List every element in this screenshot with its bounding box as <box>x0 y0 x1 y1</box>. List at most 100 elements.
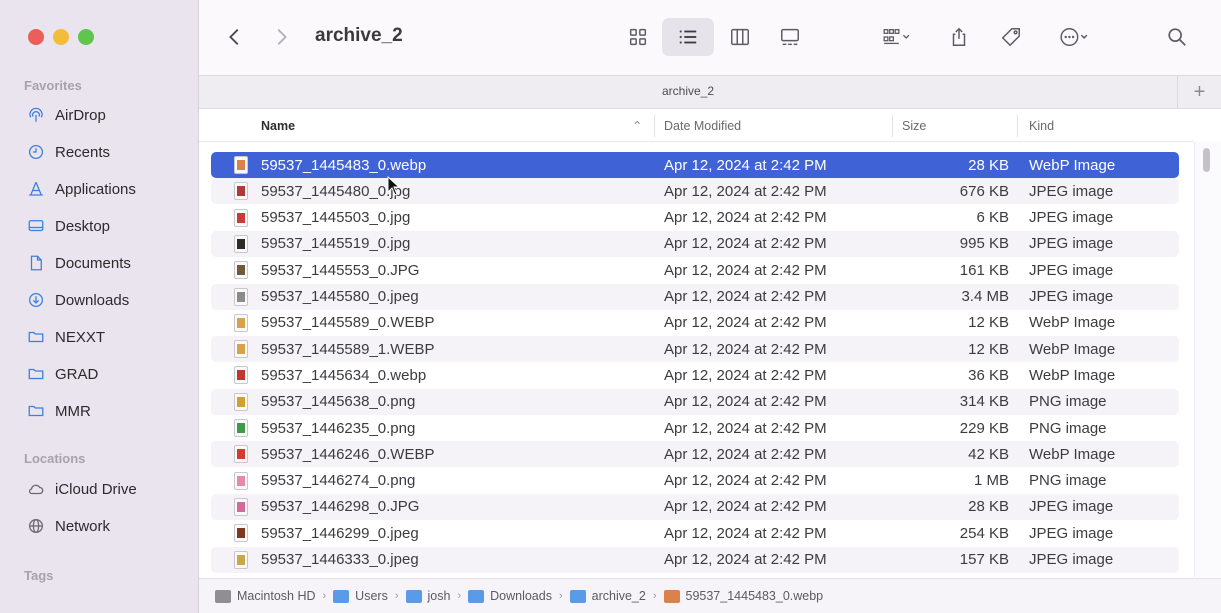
file-row[interactable]: 59537_1445503_0.jpg Apr 12, 2024 at 2:42 … <box>211 205 1179 231</box>
image-file-icon <box>234 156 248 174</box>
image-file-icon <box>663 589 680 603</box>
file-name: 59537_1445580_0.jpeg <box>261 288 419 305</box>
mouse-cursor-icon <box>387 176 401 196</box>
file-size: 157 KB <box>959 551 1009 568</box>
date-column-header[interactable]: Date Modified <box>664 119 741 133</box>
path-crumb-label: 59537_1445483_0.webp <box>685 589 824 603</box>
file-size: 1 MB <box>973 472 1009 490</box>
file-list: 59537_1445483_0.webp Apr 12, 2024 at 2:42… <box>199 142 1194 577</box>
path-crumb[interactable]: Downloads › <box>468 589 570 603</box>
sidebar-item-nexxt[interactable]: NEXXT <box>25 324 195 350</box>
file-row[interactable]: 59537_1446299_0.jpeg Apr 12, 2024 at 2:42… <box>211 520 1179 546</box>
image-file-icon <box>234 366 248 385</box>
file-row[interactable]: 59537_1445589_0.WEBP Apr 12, 2024 at 2:42… <box>211 310 1179 336</box>
toolbar: archive_2 <box>199 0 1221 75</box>
group-by-button[interactable] <box>871 20 923 54</box>
image-file-icon <box>234 392 248 411</box>
name-column-header[interactable]: Name <box>261 119 295 133</box>
image-file-icon <box>234 208 248 227</box>
path-crumb[interactable]: Macintosh HD › <box>215 589 333 603</box>
file-kind: PNG image <box>1029 419 1107 437</box>
minimize-window-button[interactable] <box>53 29 69 45</box>
new-tab-button[interactable]: + <box>1177 76 1221 108</box>
image-file-icon <box>234 497 248 516</box>
file-row[interactable]: 59537_1445519_0.jpg Apr 12, 2024 at 2:42 … <box>211 230 1179 257</box>
sidebar-item-mmr[interactable]: MMR <box>25 398 195 424</box>
gallery-icon <box>781 28 799 46</box>
path-crumb[interactable]: 59537_1445483_0.webp <box>663 589 824 603</box>
sidebar-item-desktop[interactable]: Desktop <box>25 213 195 239</box>
file-row[interactable]: 59537_1445553_0.JPG Apr 12, 2024 at 2:42 … <box>211 257 1179 283</box>
file-date-modified: Apr 12, 2024 at 2:42 PM <box>664 235 827 253</box>
file-date-modified: Apr 12, 2024 at 2:42 PM <box>664 314 827 332</box>
close-window-button[interactable] <box>28 29 44 45</box>
file-name: 59537_1446235_0.png <box>261 419 416 437</box>
file-kind: WebP Image <box>1029 340 1116 358</box>
share-button[interactable] <box>944 20 974 54</box>
path-crumb[interactable]: archive_2 › <box>569 589 664 603</box>
sidebar-item-label: NEXXT <box>55 328 106 346</box>
kind-column-header[interactable]: Kind <box>1029 119 1054 133</box>
file-row[interactable]: 59537_1446333_0.jpeg Apr 12, 2024 at 2:42… <box>211 546 1179 573</box>
file-date-modified: Apr 12, 2024 at 2:42 PM <box>664 472 827 490</box>
file-name: 59537_1445638_0.png <box>261 393 416 411</box>
search-button[interactable] <box>1162 20 1192 54</box>
tab-archive[interactable]: archive_2 <box>199 84 1177 98</box>
sidebar-item-applications[interactable]: Applications <box>25 176 195 202</box>
file-kind: JPEG image <box>1029 235 1114 253</box>
back-button[interactable] <box>223 24 247 50</box>
file-row[interactable]: 59537_1446298_0.JPG Apr 12, 2024 at 2:42 … <box>211 493 1179 520</box>
more-actions-button[interactable] <box>1049 20 1099 54</box>
sidebar-item-recents[interactable]: Recents <box>25 139 195 165</box>
file-date-modified: Apr 12, 2024 at 2:42 PM <box>664 156 827 174</box>
sidebar-item-documents[interactable]: Documents <box>25 250 195 276</box>
sidebar-item-label: Recents <box>55 143 111 161</box>
sidebar-item-label: Documents <box>55 254 131 272</box>
size-column-header[interactable]: Size <box>902 119 926 133</box>
file-name: 59537_1445503_0.jpg <box>261 209 411 227</box>
file-row[interactable]: 59537_1445634_0.webp Apr 12, 2024 at 2:42… <box>211 362 1179 388</box>
folder-icon <box>25 364 47 384</box>
sidebar-item-airdrop[interactable]: AirDrop <box>25 102 195 128</box>
path-crumb[interactable]: Users › <box>333 589 405 603</box>
file-row[interactable]: 59537_1446235_0.png Apr 12, 2024 at 2:42 … <box>211 415 1179 441</box>
file-row[interactable]: 59537_1446274_0.png Apr 12, 2024 at 2:42 … <box>211 468 1179 494</box>
file-size: 229 KB <box>959 419 1009 437</box>
file-row[interactable]: 59537_1446246_0.WEBP Apr 12, 2024 at 2:42… <box>211 441 1179 468</box>
gallery-view-button[interactable] <box>771 20 809 54</box>
sidebar-item-network[interactable]: Network <box>25 513 195 539</box>
folder-icon <box>569 589 586 603</box>
file-row[interactable]: 59537_1445480_0.jpg Apr 12, 2024 at 2:42 … <box>211 178 1179 205</box>
desktop-icon <box>25 216 47 236</box>
folder-icon <box>25 401 47 421</box>
file-row[interactable]: 59537_1445638_0.png Apr 12, 2024 at 2:42 … <box>211 388 1179 415</box>
cloud-icon <box>25 479 47 499</box>
file-row[interactable]: 59537_1445580_0.jpeg Apr 12, 2024 at 2:42… <box>211 283 1179 310</box>
vertical-scrollbar[interactable] <box>1194 142 1221 577</box>
sidebar-item-grad[interactable]: GRAD <box>25 361 195 387</box>
applications-icon <box>25 179 47 199</box>
column-view-button[interactable] <box>721 20 759 54</box>
sidebar-item-downloads[interactable]: Downloads <box>25 287 195 313</box>
path-crumb-label: archive_2 <box>591 589 646 603</box>
file-kind: JPEG image <box>1029 288 1114 305</box>
folder-icon <box>333 589 350 603</box>
file-size: 254 KB <box>959 524 1009 542</box>
file-kind: PNG image <box>1029 472 1107 490</box>
file-row[interactable]: 59537_1445589_1.WEBP Apr 12, 2024 at 2:42… <box>211 336 1179 363</box>
sidebar-item-icloud-drive[interactable]: iCloud Drive <box>25 476 195 502</box>
file-row[interactable]: 59537_1445483_0.webp Apr 12, 2024 at 2:42… <box>211 152 1179 178</box>
file-name: 59537_1445483_0.webp <box>261 156 427 174</box>
file-date-modified: Apr 12, 2024 at 2:42 PM <box>664 209 827 227</box>
zoom-window-button[interactable] <box>78 29 94 45</box>
tags-button[interactable] <box>996 20 1026 54</box>
scrollbar-thumb[interactable] <box>1203 148 1210 172</box>
file-size: 676 KB <box>959 182 1009 200</box>
image-file-icon <box>234 524 248 543</box>
path-crumb[interactable]: josh › <box>405 589 469 603</box>
list-view-button[interactable] <box>662 18 714 56</box>
file-date-modified: Apr 12, 2024 at 2:42 PM <box>664 393 827 411</box>
icon-view-button[interactable] <box>619 20 657 54</box>
forward-button[interactable] <box>269 24 293 50</box>
path-crumb-label: Downloads <box>490 589 552 603</box>
